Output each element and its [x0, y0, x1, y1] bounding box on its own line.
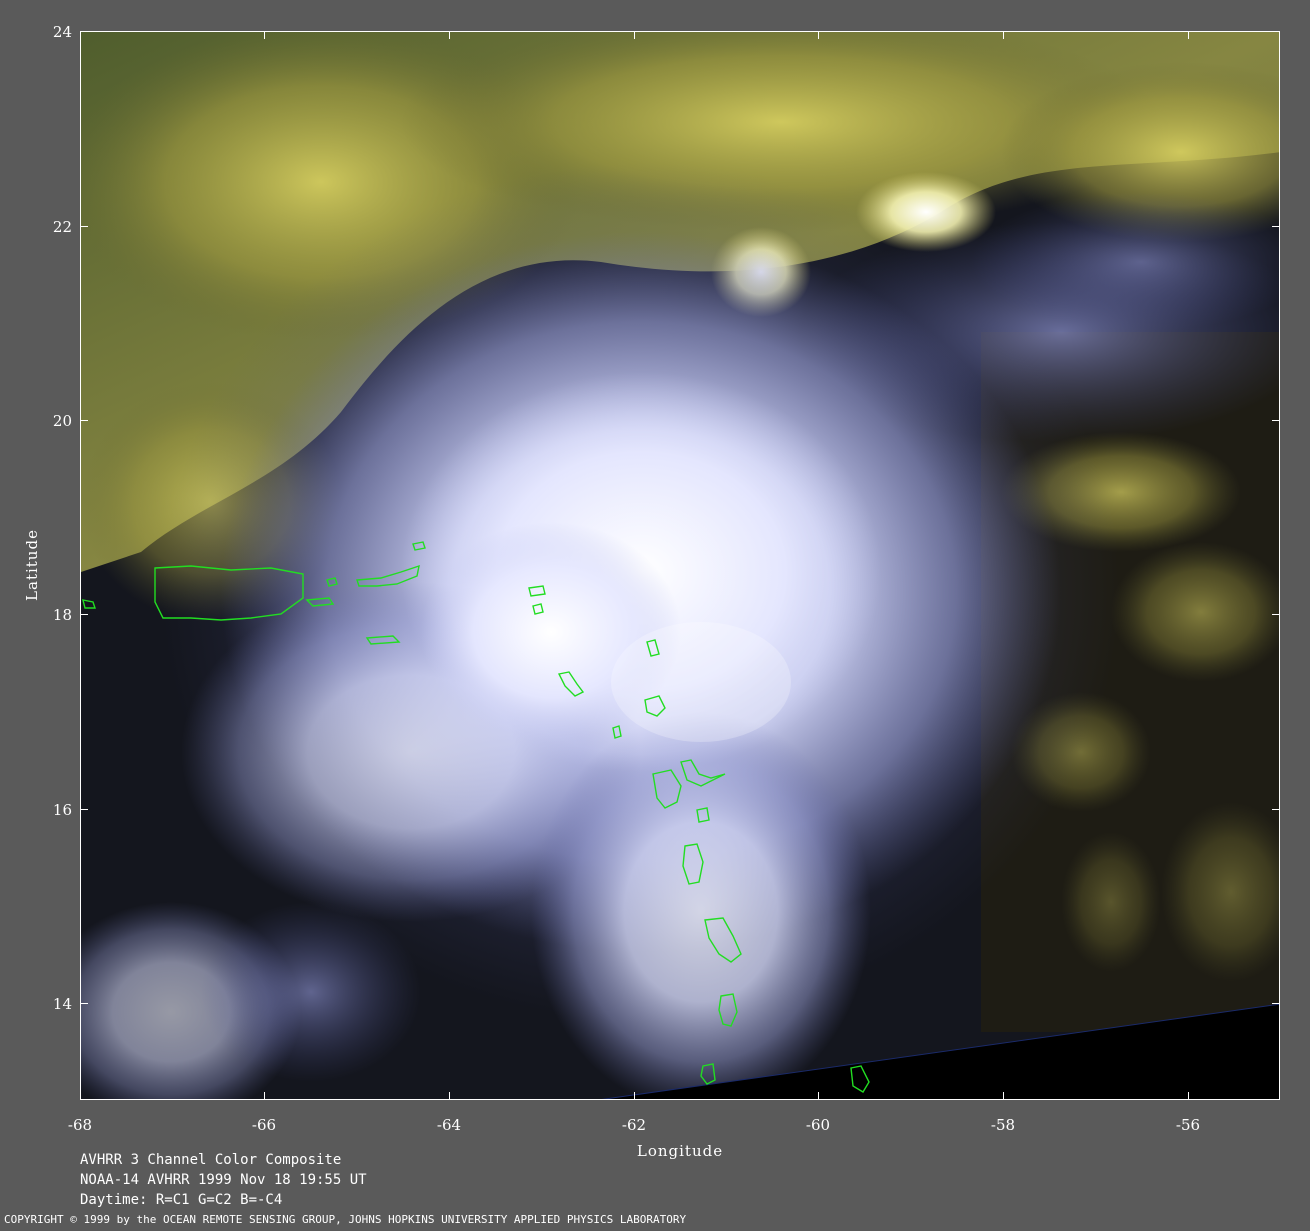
lon-tick [264, 1092, 265, 1100]
lon-tick [1188, 1092, 1189, 1100]
lat-tick [80, 809, 88, 810]
lat-tick-label: 24 [52, 23, 72, 41]
lon-tick [634, 1092, 635, 1100]
lon-tick [818, 1092, 819, 1100]
lon-tick [1003, 31, 1004, 39]
lon-tick-label: -56 [1175, 1116, 1201, 1134]
lat-tick [1272, 226, 1280, 227]
satellite-image [80, 31, 1280, 1100]
lat-tick-label: 20 [52, 412, 72, 430]
caption-line-1: AVHRR 3 Channel Color Composite [80, 1152, 342, 1168]
lat-tick [80, 31, 88, 32]
lon-tick [80, 1092, 81, 1100]
lon-tick-label: -60 [805, 1116, 831, 1134]
lat-tick [1272, 420, 1280, 421]
caption-line-3: Daytime: R=C1 G=C2 B=-C4 [80, 1192, 283, 1208]
copyright-notice: COPYRIGHT © 1999 by the OCEAN REMOTE SEN… [4, 1213, 687, 1226]
lat-tick [80, 420, 88, 421]
lon-tick-label: -64 [436, 1116, 462, 1134]
lon-tick [1188, 31, 1189, 39]
lat-tick [80, 614, 88, 615]
lat-tick-label: 16 [52, 801, 72, 819]
lon-tick [264, 31, 265, 39]
lat-tick-label: 22 [52, 218, 72, 236]
lat-tick-label: 14 [52, 995, 72, 1013]
lat-tick [80, 1003, 88, 1004]
lon-tick-label: -58 [990, 1116, 1016, 1134]
y-axis-label: Latitude [23, 529, 41, 601]
lon-tick [634, 31, 635, 39]
x-axis-label: Longitude [636, 1142, 724, 1160]
lon-tick [449, 31, 450, 39]
lon-tick-label: -62 [621, 1116, 647, 1134]
caption-line-2: NOAA-14 AVHRR 1999 Nov 18 19:55 UT [80, 1172, 367, 1188]
lat-tick [1272, 614, 1280, 615]
lon-tick [449, 1092, 450, 1100]
lon-tick [1003, 1092, 1004, 1100]
lon-tick [818, 31, 819, 39]
lon-tick-label: -66 [251, 1116, 277, 1134]
lat-tick [1272, 809, 1280, 810]
lat-tick-label: 18 [52, 606, 72, 624]
lon-tick-label: -68 [67, 1116, 93, 1134]
lat-tick [80, 226, 88, 227]
lat-tick [1272, 1003, 1280, 1004]
satellite-composite [81, 32, 1279, 1099]
